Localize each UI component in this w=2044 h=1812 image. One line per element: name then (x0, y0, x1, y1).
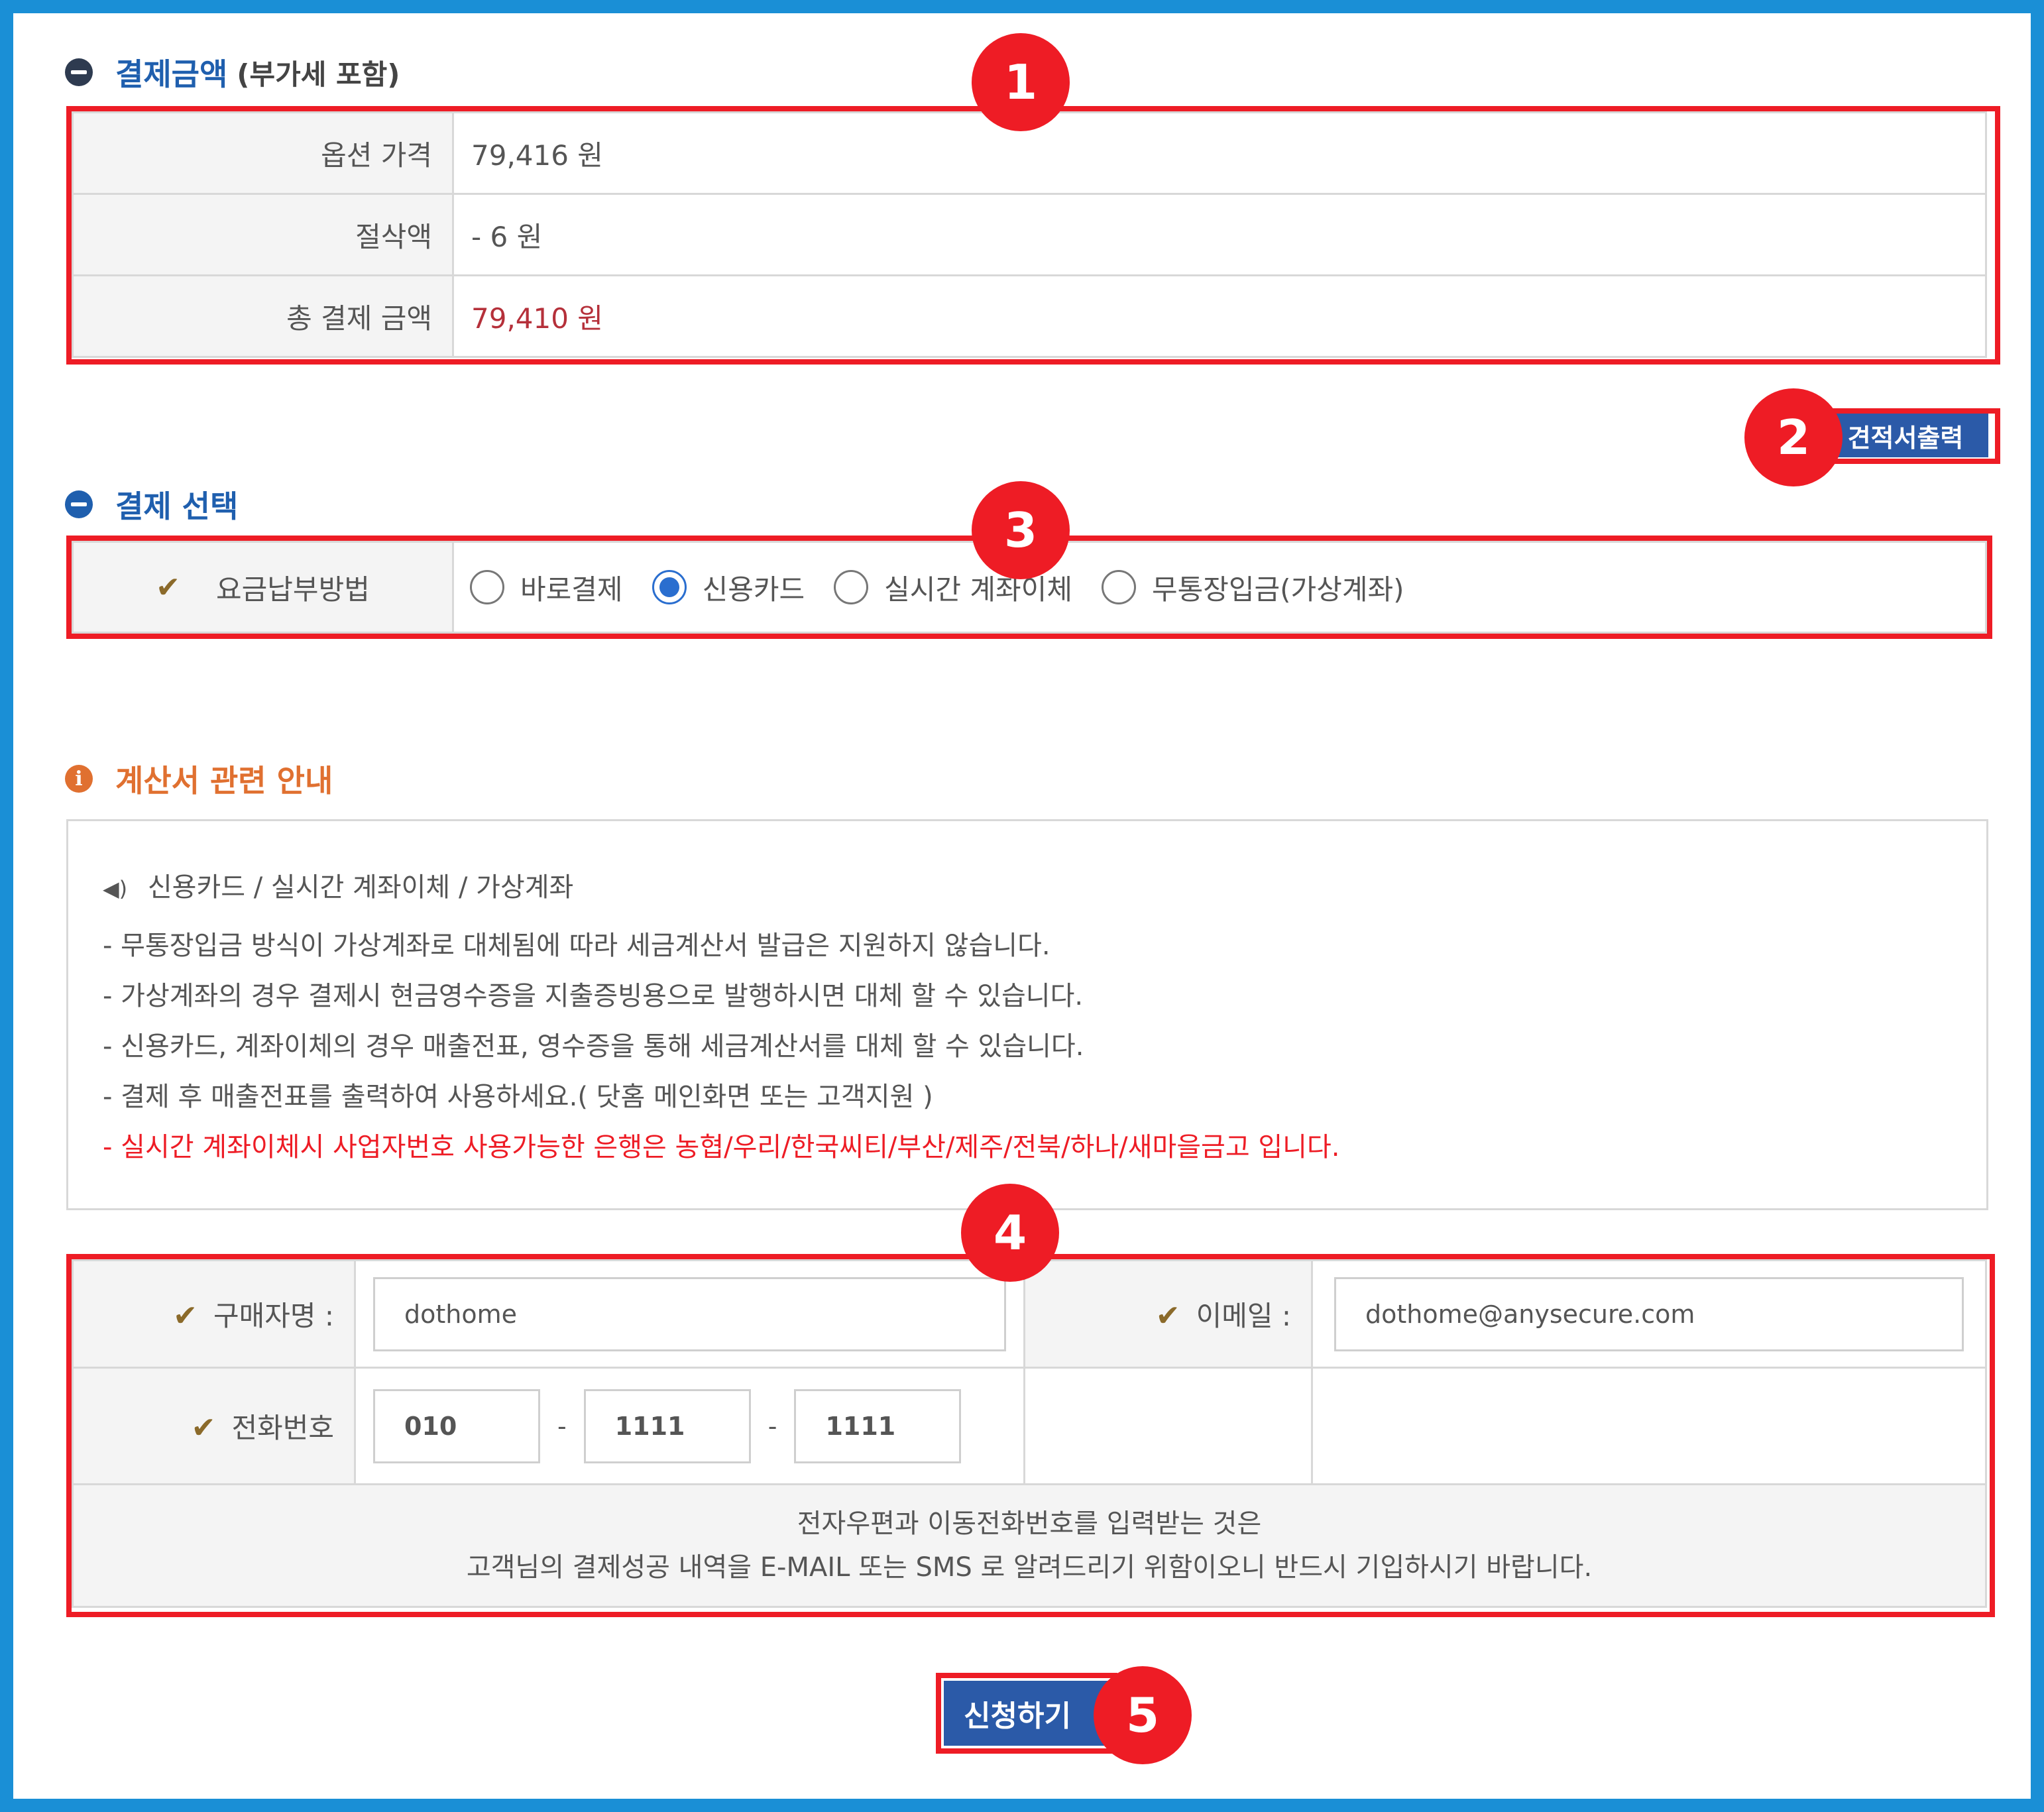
collapse-icon (65, 58, 93, 86)
payment-select-title: 결제 선택 (65, 482, 238, 526)
annotation-badge-5: 5 (1094, 1666, 1192, 1764)
invoice-notice-box: ◀) 신용카드 / 실시간 계좌이체 / 가상계좌 - 무통장입금 방식이 가상… (66, 819, 1988, 1210)
notice-heading: ◀) 신용카드 / 실시간 계좌이체 / 가상계좌 (103, 872, 574, 903)
notice-line: - 무통장입금 방식이 가상계좌로 대체됨에 따라 세금계산서 발급은 지원하지… (103, 931, 1050, 961)
notice-highlight-line: - 실시간 계좌이체시 사업자번호 사용가능한 은행은 농협/우리/한국씨티/부… (103, 1132, 1340, 1162)
payment-amount-title: 결제금액 (부가세 포함) (65, 50, 400, 94)
info-icon: i (65, 765, 93, 793)
notice-line: - 가상계좌의 경우 결제시 현금영수증을 지출증빙용으로 발행하시면 대체 할… (103, 981, 1084, 1011)
annotation-badge-1: 1 (972, 33, 1070, 131)
annotation-badge-4: 4 (961, 1184, 1059, 1282)
annotation-box-4 (66, 1254, 1995, 1617)
annotation-box-5 (936, 1673, 1117, 1754)
annotation-box-1 (66, 106, 2000, 365)
notice-line: - 결제 후 매출전표를 출력하여 사용하세요.( 닷홈 메인화면 또는 고객지… (103, 1082, 933, 1112)
collapse-icon (65, 490, 93, 518)
speaker-icon: ◀) (103, 876, 128, 901)
page-frame: 결제금액 (부가세 포함) 옵션 가격 79,416 원 절삭액 - 6 원 총… (0, 0, 2044, 1812)
annotation-badge-3: 3 (972, 481, 1070, 579)
notice-line: - 신용카드, 계좌이체의 경우 매출전표, 영수증을 통해 세금계산서를 대체… (103, 1031, 1084, 1062)
invoice-info-title: i 계산서 관련 안내 (65, 757, 333, 801)
annotation-badge-2: 2 (1744, 388, 1843, 486)
annotation-box-2 (1817, 408, 2000, 464)
